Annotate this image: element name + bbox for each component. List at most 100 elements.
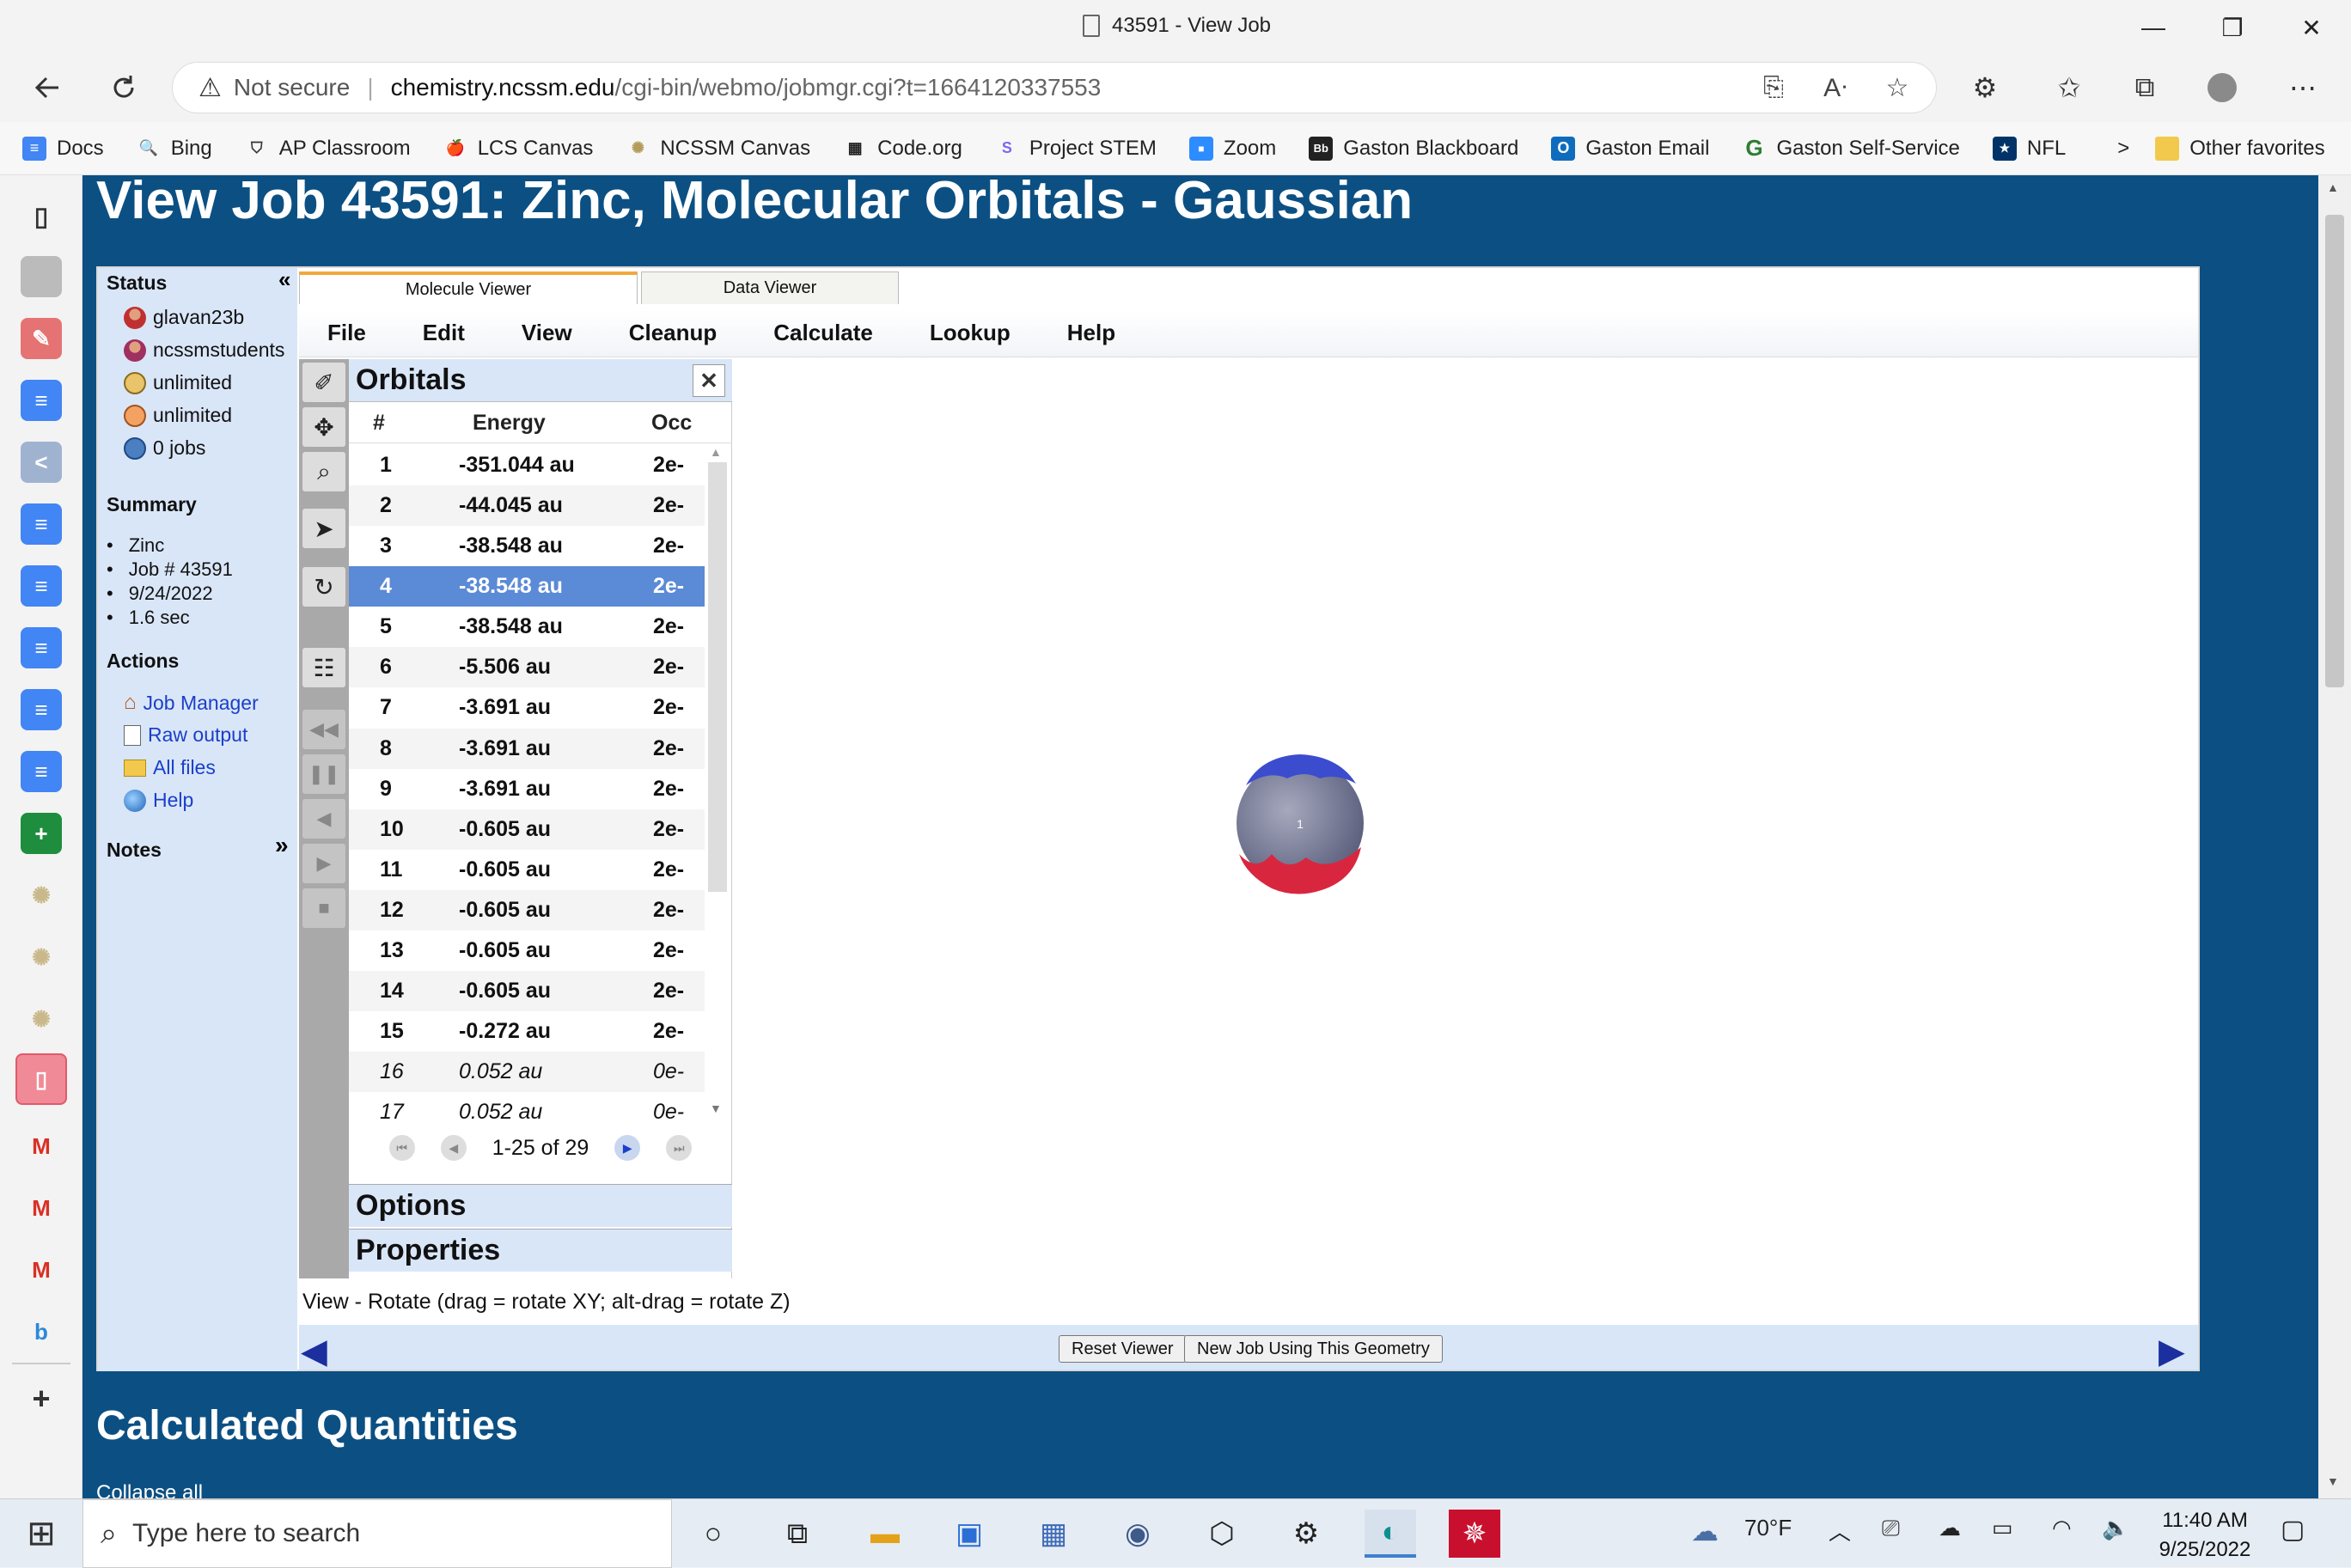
tab-gmail-icon[interactable]: M [21, 1126, 62, 1167]
tab-docs-icon[interactable]: ≡ [21, 380, 62, 421]
back-button[interactable] [22, 62, 74, 113]
add-favorite-icon[interactable]: ☆ [1878, 69, 1916, 107]
tab-docs-icon[interactable]: ≡ [21, 689, 62, 730]
taskbar-search[interactable]: ⌕ Type here to search [82, 1499, 672, 1568]
orbital-row[interactable]: 7 -3.691 au 2e- [349, 687, 705, 728]
collapse-panel-icon[interactable]: « [278, 266, 290, 293]
orbital-row[interactable]: 3 -38.548 au 2e- [349, 526, 705, 566]
profile-avatar[interactable] [2196, 62, 2248, 113]
tab-data-viewer[interactable]: Data Viewer [641, 272, 899, 304]
reset-viewer-button[interactable]: Reset Viewer [1059, 1335, 1187, 1363]
last-page-icon[interactable]: ⏭ [666, 1135, 693, 1161]
new-tab-plus-icon[interactable]: + [21, 1378, 62, 1419]
notes-heading[interactable]: Notes [107, 839, 162, 862]
tab-docs-icon[interactable]: ≡ [21, 503, 62, 545]
previous-arrow-icon[interactable]: ◀ [301, 1332, 327, 1371]
col-energy[interactable]: Energy [452, 411, 641, 436]
menu-edit[interactable]: Edit [394, 320, 493, 346]
tab-bing-icon[interactable]: b [21, 1311, 62, 1352]
restore-button[interactable]: ❐ [2191, 0, 2274, 55]
3d-viewer-icon[interactable]: ⬡ [1196, 1510, 1248, 1558]
orbital-row[interactable]: 10 -0.605 au 2e- [349, 808, 705, 850]
favorite-nfl[interactable]: ★ NFL [1992, 136, 2066, 161]
menu-cleanup[interactable]: Cleanup [601, 320, 746, 346]
system-clock[interactable]: 11:40 AM 9/25/2022 [2145, 1506, 2265, 1565]
store-icon[interactable]: ▣ [943, 1510, 995, 1558]
zoom-tool-icon[interactable]: ⌕ [302, 452, 345, 491]
scroll-up-arrow-icon[interactable]: ▲ [2327, 180, 2339, 194]
favorites-icon[interactable]: ✩ [2043, 62, 2095, 113]
tab-slides-icon[interactable]: < [21, 442, 62, 483]
help-link[interactable]: Help [124, 789, 193, 812]
tab-canvas-icon[interactable]: ✺ [21, 875, 62, 916]
orbital-row[interactable]: 8 -3.691 au 2e- [349, 728, 705, 769]
page-scrollbar[interactable]: ▲ ▼ [2318, 175, 2351, 1498]
camera-icon[interactable]: ◉ [1112, 1510, 1163, 1558]
collections-icon[interactable]: ⧉ [2119, 62, 2171, 113]
tab-docs-icon[interactable]: ≡ [21, 751, 62, 792]
edge-browser-icon[interactable]: ◐ [1365, 1510, 1416, 1558]
scroll-down-arrow-icon[interactable]: ▼ [710, 1101, 722, 1115]
tab-active-page-icon[interactable]: ▯ [15, 1053, 67, 1105]
favorite-project-stem[interactable]: S Project STEM [995, 137, 1157, 161]
rewind-icon[interactable]: ◀◀ [302, 710, 345, 749]
tab-docs-icon[interactable]: ≡ [21, 627, 62, 668]
task-view-icon[interactable]: ⧉ [772, 1510, 823, 1558]
orbital-row[interactable]: 5 -38.548 au 2e- [349, 607, 705, 647]
minimize-button[interactable]: — [2112, 0, 2195, 55]
favorite-zoom[interactable]: ■ Zoom [1188, 136, 1276, 161]
select-tool-icon[interactable]: ➤ [302, 509, 345, 548]
next-arrow-icon[interactable]: ▶ [2159, 1332, 2185, 1371]
col-occupancy[interactable]: Occ [641, 411, 701, 436]
page-scroll-thumb[interactable] [2325, 215, 2344, 687]
orbital-row[interactable]: 2 -44.045 au 2e- [349, 485, 705, 527]
pause-icon[interactable]: ❚❚ [302, 754, 345, 794]
orbital-row[interactable]: 14 -0.605 au 2e- [349, 970, 705, 1011]
settings-gear-icon[interactable]: ⚙ [1280, 1510, 1332, 1558]
tab-canvas-icon[interactable]: ✺ [21, 937, 62, 978]
favorite-lcs-canvas[interactable]: 🍎 LCS Canvas [443, 137, 593, 161]
volume-icon[interactable]: 🔈 [2102, 1515, 2129, 1541]
tab-gmail-icon[interactable]: M [21, 1187, 62, 1229]
tab-gmail-icon[interactable]: M [21, 1249, 62, 1290]
job-manager-link[interactable]: ⌂ Job Manager [124, 691, 259, 715]
orbital-row[interactable]: 15 -0.272 au 2e- [349, 1011, 705, 1052]
menu-lookup[interactable]: Lookup [901, 320, 1039, 346]
tray-chevron-up-icon[interactable]: ︿ [1829, 1515, 1851, 1547]
raw-output-link[interactable]: Raw output [124, 723, 247, 747]
expand-notes-icon[interactable]: » [275, 832, 289, 859]
cortana-icon[interactable]: ○ [687, 1510, 739, 1558]
orbital-row[interactable]: 9 -3.691 au 2e- [349, 769, 705, 809]
menu-file[interactable]: File [299, 320, 394, 346]
orbital-row[interactable]: 17 0.052 au 0e- [349, 1092, 705, 1132]
favorites-overflow-chevron-icon[interactable]: > [2117, 137, 2129, 161]
tab-docs-icon[interactable]: ≡ [21, 565, 62, 607]
step-forward-icon[interactable]: ▶ [302, 844, 345, 883]
tab-canvas-icon[interactable]: ✺ [21, 998, 62, 1040]
options-accordion[interactable]: Options [349, 1184, 732, 1227]
step-back-icon[interactable]: ◀ [302, 799, 345, 839]
notifications-icon[interactable]: ▢ [2281, 1515, 2305, 1545]
weather-temp[interactable]: 70°F [1744, 1515, 1792, 1541]
onedrive-cloud-icon[interactable]: ☁ [1939, 1515, 1961, 1541]
next-page-icon[interactable]: ▶ [614, 1135, 641, 1161]
menu-view[interactable]: View [493, 320, 601, 346]
meet-now-icon[interactable]: ⎚ [1882, 1515, 1900, 1542]
collapse-all-link[interactable]: Collapse all [96, 1481, 203, 1498]
weather-cloud-icon[interactable]: ☁ [1691, 1515, 1719, 1547]
favorite-ap-classroom[interactable]: ⛉ AP Classroom [245, 137, 411, 161]
favorite-ncssm-canvas[interactable]: ✺ NCSSM Canvas [626, 137, 810, 161]
extensions-icon[interactable]: ⚙ [1959, 62, 2011, 113]
rotate-view-icon[interactable]: ↻ [302, 567, 345, 607]
calculator-icon[interactable]: ▦ [1028, 1510, 1079, 1558]
read-aloud-icon[interactable]: Aᐧ [1817, 69, 1854, 107]
orbital-row[interactable]: 16 0.052 au 0e- [349, 1052, 705, 1093]
app-available-icon[interactable]: ⎘ [1755, 69, 1792, 107]
refresh-button[interactable] [98, 62, 150, 113]
wifi-icon[interactable]: ◠ [2052, 1515, 2072, 1541]
favorite-gaston-email[interactable]: O Gaston Email [1551, 136, 1709, 161]
orbital-row[interactable]: 4 -38.548 au 2e- [349, 566, 705, 607]
tab-actions-icon[interactable]: ▯ [21, 196, 62, 237]
close-icon[interactable]: ✕ [693, 364, 725, 397]
tab-app-icon[interactable]: ✎ [21, 318, 62, 359]
